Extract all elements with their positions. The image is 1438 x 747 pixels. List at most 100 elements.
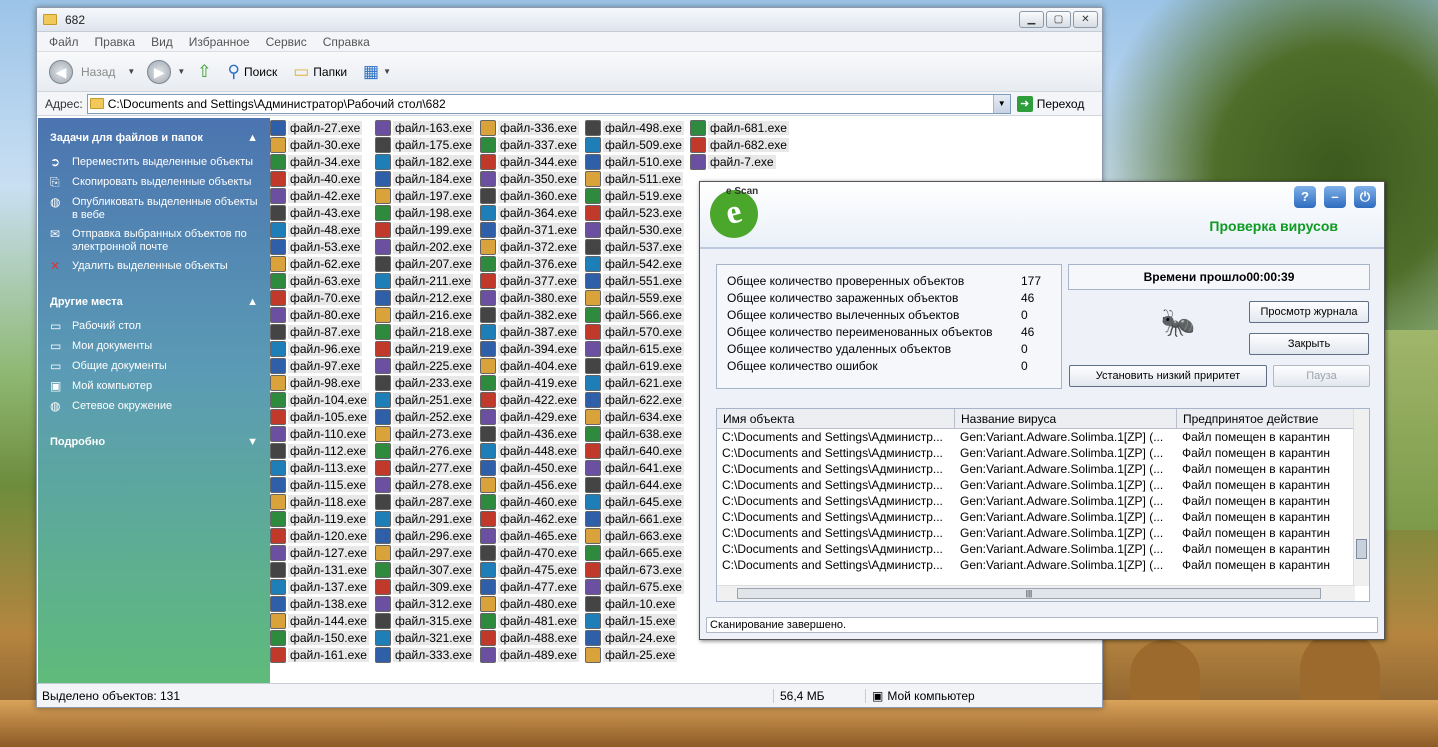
file-item[interactable]: файл-615.exe bbox=[585, 340, 690, 357]
place-shared-documents[interactable]: ▭ Общие документы bbox=[50, 360, 258, 374]
file-item[interactable]: файл-63.exe bbox=[270, 272, 375, 289]
file-item[interactable]: файл-566.exe bbox=[585, 306, 690, 323]
file-item[interactable]: файл-137.exe bbox=[270, 578, 375, 595]
file-item[interactable]: файл-570.exe bbox=[585, 323, 690, 340]
file-item[interactable]: файл-291.exe bbox=[375, 510, 480, 527]
search-button[interactable]: ⚲ Поиск bbox=[227, 62, 277, 82]
file-item[interactable]: файл-219.exe bbox=[375, 340, 480, 357]
file-item[interactable]: файл-218.exe bbox=[375, 323, 480, 340]
file-item[interactable]: файл-673.exe bbox=[585, 561, 690, 578]
file-item[interactable]: файл-436.exe bbox=[480, 425, 585, 442]
task-copy[interactable]: ⎘ Скопировать выделенные объекты bbox=[50, 176, 258, 190]
place-desktop[interactable]: ▭ Рабочий стол bbox=[50, 320, 258, 334]
file-item[interactable]: файл-537.exe bbox=[585, 238, 690, 255]
file-item[interactable]: файл-80.exe bbox=[270, 306, 375, 323]
file-item[interactable]: файл-530.exe bbox=[585, 221, 690, 238]
task-delete[interactable]: ✕ Удалить выделенные объекты bbox=[50, 260, 258, 274]
file-item[interactable]: файл-641.exe bbox=[585, 459, 690, 476]
column-object-name[interactable]: Имя объекта bbox=[717, 409, 955, 428]
file-item[interactable]: файл-645.exe bbox=[585, 493, 690, 510]
file-item[interactable]: файл-488.exe bbox=[480, 629, 585, 646]
menu-help[interactable]: Справка bbox=[323, 35, 370, 49]
minimize-icon[interactable]: – bbox=[1324, 186, 1346, 208]
file-item[interactable]: файл-163.exe bbox=[375, 119, 480, 136]
explorer-titlebar[interactable]: 682 ▁ ▢ ✕ bbox=[37, 8, 1102, 32]
file-item[interactable]: файл-465.exe bbox=[480, 527, 585, 544]
file-item[interactable]: файл-115.exe bbox=[270, 476, 375, 493]
table-row[interactable]: C:\Documents and Settings\Администр... Ge… bbox=[717, 541, 1369, 557]
vertical-scrollbar[interactable] bbox=[1353, 409, 1369, 586]
task-email[interactable]: ✉ Отправка выбранных объектов по электрон… bbox=[50, 228, 258, 254]
file-item[interactable]: файл-43.exe bbox=[270, 204, 375, 221]
file-item[interactable]: файл-498.exe bbox=[585, 119, 690, 136]
file-item[interactable]: файл-429.exe bbox=[480, 408, 585, 425]
file-item[interactable]: файл-296.exe bbox=[375, 527, 480, 544]
file-item[interactable]: файл-665.exe bbox=[585, 544, 690, 561]
file-item[interactable]: файл-144.exe bbox=[270, 612, 375, 629]
file-item[interactable]: файл-251.exe bbox=[375, 391, 480, 408]
file-item[interactable]: файл-42.exe bbox=[270, 187, 375, 204]
views-button[interactable]: ▦ ▼ bbox=[363, 62, 397, 82]
place-my-documents[interactable]: ▭ Мои документы bbox=[50, 340, 258, 354]
back-arrow-icon[interactable]: ◀ bbox=[49, 59, 73, 84]
help-icon[interactable]: ? bbox=[1294, 186, 1316, 208]
file-item[interactable]: файл-336.exe bbox=[480, 119, 585, 136]
file-item[interactable]: файл-511.exe bbox=[585, 170, 690, 187]
file-item[interactable]: файл-364.exe bbox=[480, 204, 585, 221]
file-item[interactable]: файл-480.exe bbox=[480, 595, 585, 612]
file-item[interactable]: файл-25.exe bbox=[585, 646, 690, 663]
file-item[interactable]: файл-315.exe bbox=[375, 612, 480, 629]
file-item[interactable]: файл-161.exe bbox=[270, 646, 375, 663]
file-item[interactable]: файл-371.exe bbox=[480, 221, 585, 238]
horizontal-scrollbar[interactable]: ||| bbox=[717, 585, 1355, 601]
file-item[interactable]: файл-48.exe bbox=[270, 221, 375, 238]
file-item[interactable]: файл-682.exe bbox=[690, 136, 795, 153]
file-item[interactable]: файл-15.exe bbox=[585, 612, 690, 629]
table-row[interactable]: C:\Documents and Settings\Администр... Ge… bbox=[717, 525, 1369, 541]
file-item[interactable]: файл-448.exe bbox=[480, 442, 585, 459]
file-item[interactable]: файл-10.exe bbox=[585, 595, 690, 612]
file-item[interactable]: файл-118.exe bbox=[270, 493, 375, 510]
close-button[interactable]: ✕ bbox=[1073, 11, 1098, 28]
file-item[interactable]: файл-62.exe bbox=[270, 255, 375, 272]
file-item[interactable]: файл-34.exe bbox=[270, 153, 375, 170]
file-item[interactable]: файл-278.exe bbox=[375, 476, 480, 493]
address-dropdown-icon[interactable]: ▼ bbox=[992, 94, 1010, 113]
file-item[interactable]: файл-297.exe bbox=[375, 544, 480, 561]
scroll-thumb[interactable] bbox=[1356, 539, 1367, 559]
back-button[interactable]: Назад bbox=[81, 65, 115, 79]
file-tasks-header[interactable]: Задачи для файлов и папок ▲ bbox=[50, 132, 258, 144]
file-item[interactable]: файл-277.exe bbox=[375, 459, 480, 476]
table-row[interactable]: C:\Documents and Settings\Администр... Ge… bbox=[717, 557, 1369, 573]
file-item[interactable]: файл-225.exe bbox=[375, 357, 480, 374]
file-item[interactable]: файл-675.exe bbox=[585, 578, 690, 595]
file-item[interactable]: файл-131.exe bbox=[270, 561, 375, 578]
file-item[interactable]: файл-360.exe bbox=[480, 187, 585, 204]
file-item[interactable]: файл-199.exe bbox=[375, 221, 480, 238]
file-item[interactable]: файл-321.exe bbox=[375, 629, 480, 646]
file-item[interactable]: файл-98.exe bbox=[270, 374, 375, 391]
file-item[interactable]: файл-489.exe bbox=[480, 646, 585, 663]
menu-view[interactable]: Вид bbox=[151, 35, 173, 49]
menu-tools[interactable]: Сервис bbox=[266, 35, 307, 49]
file-item[interactable]: файл-112.exe bbox=[270, 442, 375, 459]
file-item[interactable]: файл-337.exe bbox=[480, 136, 585, 153]
file-item[interactable]: файл-216.exe bbox=[375, 306, 480, 323]
forward-arrow-icon[interactable]: ▶ bbox=[147, 59, 172, 84]
file-item[interactable]: файл-634.exe bbox=[585, 408, 690, 425]
place-network[interactable]: ◍ Сетевое окружение bbox=[50, 400, 258, 414]
power-icon[interactable]: ⏻ bbox=[1354, 186, 1376, 208]
back-dropdown-icon[interactable]: ▼ bbox=[127, 67, 135, 76]
file-item[interactable]: файл-380.exe bbox=[480, 289, 585, 306]
file-item[interactable]: файл-404.exe bbox=[480, 357, 585, 374]
file-item[interactable]: файл-456.exe bbox=[480, 476, 585, 493]
file-item[interactable]: файл-387.exe bbox=[480, 323, 585, 340]
table-row[interactable]: C:\Documents and Settings\Администр... Ge… bbox=[717, 429, 1369, 445]
file-item[interactable]: файл-519.exe bbox=[585, 187, 690, 204]
file-item[interactable]: файл-394.exe bbox=[480, 340, 585, 357]
file-item[interactable]: файл-460.exe bbox=[480, 493, 585, 510]
column-virus-name[interactable]: Название вируса bbox=[955, 409, 1177, 428]
view-log-button[interactable]: Просмотр журнала bbox=[1249, 301, 1369, 323]
go-button[interactable]: ➜ Переход bbox=[1016, 95, 1084, 112]
file-item[interactable]: файл-175.exe bbox=[375, 136, 480, 153]
